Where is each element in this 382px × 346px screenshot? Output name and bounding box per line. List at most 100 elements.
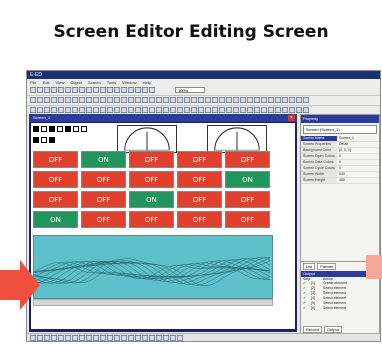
- toolbar-button-icon[interactable]: [247, 97, 253, 103]
- toolbar-button-icon[interactable]: [100, 87, 106, 93]
- switch-button[interactable]: ON: [225, 171, 270, 188]
- switch-button[interactable]: OFF: [33, 171, 78, 188]
- toolbar-button-icon[interactable]: [289, 97, 295, 103]
- toolbar-button-icon[interactable]: [289, 107, 295, 113]
- toolbar-button-icon[interactable]: [303, 97, 309, 103]
- toolbar-button-icon[interactable]: [205, 107, 211, 113]
- switch-button[interactable]: OFF: [33, 191, 78, 208]
- square-filled-icon[interactable]: [33, 126, 39, 132]
- toolbar-button-icon[interactable]: [212, 97, 218, 103]
- toolbar-button-icon[interactable]: [128, 335, 134, 341]
- switch-button[interactable]: OFF: [81, 171, 126, 188]
- switch-button[interactable]: OFF: [129, 211, 174, 228]
- toolbar-button-icon[interactable]: [184, 97, 190, 103]
- toolbar-button-icon[interactable]: [37, 107, 43, 113]
- square-filled-icon[interactable]: [49, 137, 55, 143]
- trend-graph[interactable]: [33, 235, 273, 299]
- toolbar-button-icon[interactable]: [65, 107, 71, 113]
- menu-view[interactable]: View: [56, 80, 65, 85]
- toolbar-button-icon[interactable]: [114, 107, 120, 113]
- property-value[interactable]: 0: [337, 160, 379, 165]
- toolbar-button-icon[interactable]: [156, 107, 162, 113]
- toolbar-button-icon[interactable]: [100, 97, 106, 103]
- toolbar-button-icon[interactable]: [177, 97, 183, 103]
- toolbar-button-icon[interactable]: [135, 97, 141, 103]
- toolbar-button-icon[interactable]: [37, 87, 43, 93]
- toolbar-button-icon[interactable]: [275, 97, 281, 103]
- toolbar-button-icon[interactable]: [177, 335, 183, 341]
- toolbar-button-icon[interactable]: [275, 107, 281, 113]
- toolbar-button-icon[interactable]: [135, 335, 141, 341]
- toolbar-button-icon[interactable]: [219, 97, 225, 103]
- toolbar-button-icon[interactable]: [114, 335, 120, 341]
- toolbar-button-icon[interactable]: [268, 97, 274, 103]
- toolbar-button-icon[interactable]: [191, 97, 197, 103]
- menu-object[interactable]: Object: [70, 80, 82, 85]
- toolbar-button-icon[interactable]: [198, 97, 204, 103]
- toolbar-button-icon[interactable]: [149, 335, 155, 341]
- switch-button[interactable]: OFF: [177, 151, 222, 168]
- toolbar-button-icon[interactable]: [100, 107, 106, 113]
- toolbar-button-icon[interactable]: [65, 335, 71, 341]
- toolbar-button-icon[interactable]: [226, 97, 232, 103]
- property-value[interactable]: (0, 0, 0): [337, 148, 379, 153]
- toolbar-button-icon[interactable]: [121, 107, 127, 113]
- toolbar-button-icon[interactable]: [107, 335, 113, 341]
- switch-button[interactable]: OFF: [81, 191, 126, 208]
- toolbar-button-icon[interactable]: [212, 107, 218, 113]
- object-select[interactable]: Screen (Screen_1): [303, 125, 377, 134]
- toolbar-button-icon[interactable]: [114, 87, 120, 93]
- toolbar-button-icon[interactable]: [205, 97, 211, 103]
- property-value[interactable]: Detail: [337, 142, 379, 147]
- toolbar-button-icon[interactable]: [268, 107, 274, 113]
- toolbar-button-icon[interactable]: [191, 107, 197, 113]
- toolbar-button-icon[interactable]: [86, 107, 92, 113]
- toolbar-button-icon[interactable]: [93, 335, 99, 341]
- toolbar-button-icon[interactable]: [240, 107, 246, 113]
- toolbar-button-icon[interactable]: [114, 97, 120, 103]
- toolbar-button-icon[interactable]: [163, 107, 169, 113]
- tab-list[interactable]: List: [303, 263, 316, 270]
- toolbar-button-icon[interactable]: [261, 107, 267, 113]
- square-icon[interactable]: [41, 137, 47, 143]
- tab-output[interactable]: Output: [323, 326, 342, 333]
- switch-button[interactable]: OFF: [177, 211, 222, 228]
- toolbar-button-icon[interactable]: [128, 107, 134, 113]
- switch-button[interactable]: OFF: [177, 171, 222, 188]
- property-value[interactable]: 0: [337, 166, 379, 171]
- toolbar-button-icon[interactable]: [233, 107, 239, 113]
- property-value[interactable]: 480: [337, 178, 379, 183]
- toolbar-button-icon[interactable]: [44, 97, 50, 103]
- toolbar-button-icon[interactable]: [177, 107, 183, 113]
- toolbar-button-icon[interactable]: [121, 87, 127, 93]
- menu-screen[interactable]: Screen: [88, 80, 101, 85]
- toolbar-button-icon[interactable]: [65, 97, 71, 103]
- close-icon[interactable]: ×: [288, 115, 295, 121]
- toolbar-button-icon[interactable]: [282, 97, 288, 103]
- toolbar-button-icon[interactable]: [128, 97, 134, 103]
- horizontal-scrollbar[interactable]: [33, 299, 273, 306]
- toolbar-button-icon[interactable]: [128, 87, 134, 93]
- toolbar-button-icon[interactable]: [51, 107, 57, 113]
- toolbar-button-icon[interactable]: [72, 87, 78, 93]
- square-icon[interactable]: [81, 126, 87, 132]
- toolbar-button-icon[interactable]: [226, 107, 232, 113]
- switch-button[interactable]: OFF: [129, 171, 174, 188]
- square-filled-icon[interactable]: [49, 126, 55, 132]
- switch-button[interactable]: OFF: [33, 151, 78, 168]
- toolbar-button-icon[interactable]: [240, 97, 246, 103]
- property-value[interactable]: Screen_1: [337, 136, 379, 141]
- screen-canvas[interactable]: OFF ON OFF OFF OFF OFF OFF OFF OFF ON OFF OFF ON OFF O…: [31, 123, 295, 329]
- toolbar-button-icon[interactable]: [72, 97, 78, 103]
- toolbar-button-icon[interactable]: [170, 107, 176, 113]
- square-filled-icon[interactable]: [33, 137, 39, 143]
- toolbar-button-icon[interactable]: [86, 97, 92, 103]
- tab-partner[interactable]: Partner: [317, 263, 337, 270]
- toolbar-button-icon[interactable]: [156, 335, 162, 341]
- toolbar-button-icon[interactable]: [30, 107, 36, 113]
- toolbar-button-icon[interactable]: [261, 97, 267, 103]
- toolbar-button-icon[interactable]: [37, 97, 43, 103]
- toolbar-button-icon[interactable]: [163, 335, 169, 341]
- square-icon[interactable]: [41, 126, 47, 132]
- toolbar-button-icon[interactable]: [93, 87, 99, 93]
